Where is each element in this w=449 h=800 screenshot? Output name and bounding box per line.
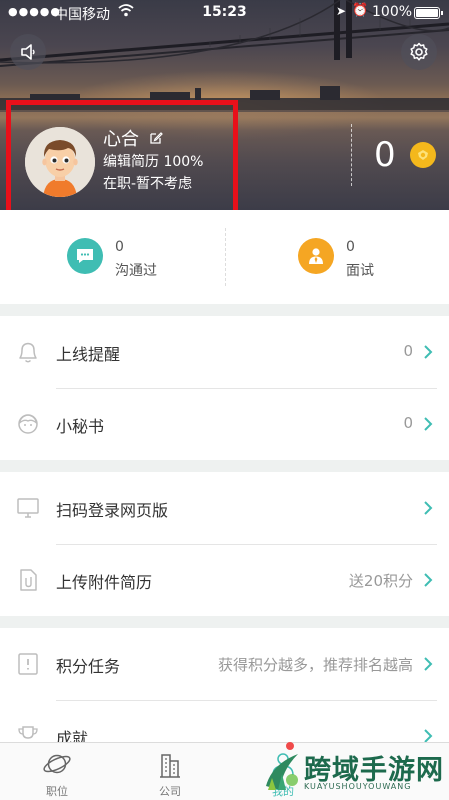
menu-row-web-login[interactable]: 扫码登录网页版 xyxy=(0,472,449,544)
chevron-right-icon xyxy=(423,656,433,676)
profile-screen: ●●●●● 中国移动 15:23 ➤ ⏰ 100% 0 心合 编辑简历 100%… xyxy=(0,0,449,800)
menu-label: 扫码登录网页版 xyxy=(56,501,169,520)
chevron-right-icon xyxy=(423,572,433,592)
planet-icon xyxy=(42,749,72,783)
menu-value: 0 xyxy=(403,414,413,432)
stat-label: 沟通过 xyxy=(115,263,157,279)
menu-value: 获得积分越多，推荐排名越高 xyxy=(217,656,413,674)
coin-count[interactable]: 0 xyxy=(374,135,396,175)
coin-icon[interactable] xyxy=(410,142,436,168)
menu-value: 送20积分 xyxy=(348,572,413,590)
tab-label: 职位 xyxy=(46,785,68,798)
menu-group-tools: 扫码登录网页版 上传附件简历 送20积分 xyxy=(0,472,449,616)
menu-row-upload-resume[interactable]: 上传附件简历 送20积分 xyxy=(0,544,449,616)
chevron-right-icon xyxy=(423,416,433,436)
speaker-button[interactable] xyxy=(10,34,46,70)
header-divider xyxy=(351,124,352,186)
task-icon xyxy=(14,650,42,678)
bell-icon xyxy=(14,338,42,366)
chat-icon xyxy=(67,238,103,274)
job-status: 在职-暂不考虑 xyxy=(103,176,193,192)
chevron-right-icon xyxy=(423,344,433,364)
assistant-icon xyxy=(14,410,42,438)
resume-completion: 编辑简历 100% xyxy=(103,154,204,170)
tab-companies[interactable]: 公司 xyxy=(125,743,215,800)
user-name: 心合 xyxy=(103,129,139,150)
menu-row-online-reminder[interactable]: 上线提醒 0 xyxy=(0,316,449,388)
stats-divider xyxy=(225,228,226,286)
monitor-icon xyxy=(14,494,42,522)
site-watermark: 跨域手游网 KUAYUSHOUYOUWANG xyxy=(262,748,446,798)
status-bar: ●●●●● 中国移动 15:23 ➤ ⏰ 100% xyxy=(0,0,449,26)
menu-label: 积分任务 xyxy=(56,657,121,676)
tab-label: 公司 xyxy=(159,785,181,798)
gear-icon xyxy=(410,42,428,61)
watermark-subtitle: KUAYUSHOUYOUWANG xyxy=(304,782,412,791)
settings-button[interactable] xyxy=(401,34,437,70)
tab-jobs[interactable]: 职位 xyxy=(12,743,102,800)
menu-label: 上线提醒 xyxy=(56,345,121,364)
menu-row-assistant[interactable]: 小秘书 0 xyxy=(0,388,449,460)
profile-card[interactable]: 心合 编辑简历 100% 在职-暂不考虑 xyxy=(6,100,238,220)
chevron-right-icon xyxy=(423,500,433,520)
edit-icon[interactable] xyxy=(149,130,163,149)
stat-count: 0 xyxy=(346,239,355,255)
watermark-logo-icon xyxy=(262,750,302,798)
menu-value: 0 xyxy=(403,342,413,360)
menu-label: 上传附件简历 xyxy=(56,573,153,592)
avatar[interactable] xyxy=(25,127,95,197)
menu-row-points-tasks[interactable]: 积分任务 获得积分越多，推荐排名越高 xyxy=(0,628,449,700)
building-icon xyxy=(155,749,185,783)
stat-label: 面试 xyxy=(346,263,374,279)
stats-panel: 0 沟通过 0 面试 xyxy=(0,210,449,304)
attachment-icon xyxy=(14,566,42,594)
battery-icon xyxy=(414,7,443,19)
menu-label: 小秘书 xyxy=(56,417,105,436)
alarm-icon: ⏰ xyxy=(352,3,369,18)
stat-count: 0 xyxy=(115,239,124,255)
speaker-icon xyxy=(21,44,35,60)
menu-group-notifications: 上线提醒 0 小秘书 0 xyxy=(0,316,449,460)
battery-percent: 100% xyxy=(372,4,413,20)
interview-icon xyxy=(298,238,334,274)
location-icon: ➤ xyxy=(336,4,347,18)
